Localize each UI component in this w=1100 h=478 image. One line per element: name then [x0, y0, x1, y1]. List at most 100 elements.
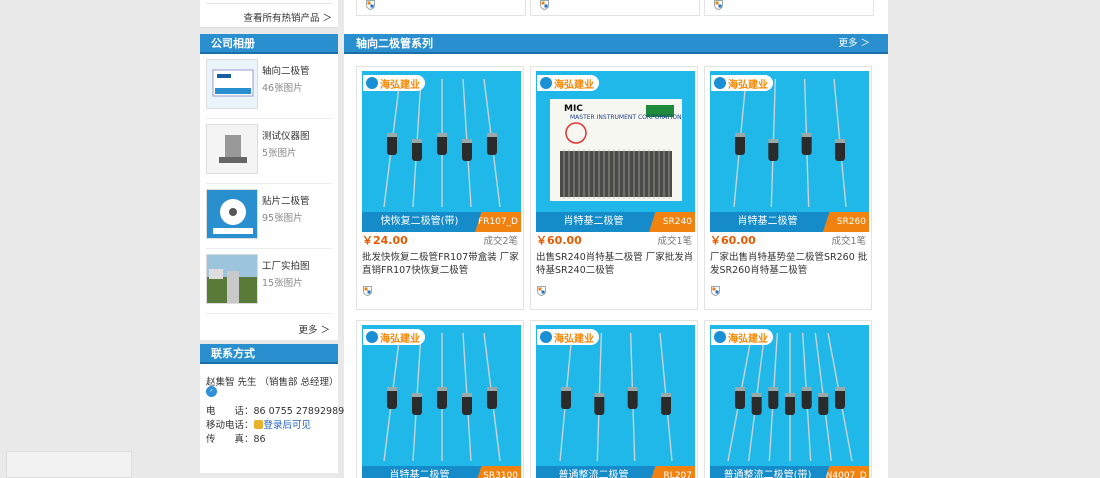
section-more-link[interactable]: 更多 ＞ — [838, 34, 870, 54]
main-content: 轴向二极管系列 更多 ＞ 海弘建业 快恢复二极管(带) FR107_D ￥24.00 成… — [344, 0, 888, 478]
brand-badge: 海弘建业 — [363, 75, 425, 91]
product-caption: 肖特基二极管 — [563, 216, 624, 227]
phone-row: 电 话：86 0755 27892989 — [206, 403, 344, 417]
shield-icon — [366, 0, 375, 10]
product-caption: 快恢复二极管(带) — [380, 216, 459, 227]
product-code: SR3100 — [475, 466, 521, 478]
product-card[interactable]: 海弘建业快恢复二极管(带) FR107_D ￥24.00 成交2笔批发快恢复二极管FR… — [356, 66, 524, 310]
svg-text:MIC: MIC — [564, 104, 583, 114]
product-title-link[interactable]: 出售SR240肖特基二极管 厂家批发肖特基SR240二极管 — [536, 251, 696, 277]
product-image[interactable]: 海弘建业肖特基二极管 SR260 — [710, 71, 869, 232]
album-panel: 公司相册 轴向二极管 46张图片 测试仪器图 5张图片 贴片二极管 95张图片 工厂实拍图 1… — [200, 34, 338, 340]
product-image[interactable]: 海弘建业普通整流二极管 RL207 — [536, 325, 695, 478]
phone-value: 86 0755 27892989 — [253, 406, 345, 417]
album-list: 轴向二极管 46张图片测试仪器图 5张图片贴片二极管 95张图片工厂实拍图 15张图片 — [200, 54, 338, 314]
left-sidebar: 查看所有热销产品 ＞ 公司相册 轴向二极管 46张图片 测试仪器图 5张图片 贴片二极管… — [200, 0, 344, 473]
hot-products-box: 查看所有热销产品 ＞ — [200, 0, 338, 28]
product-caption-bar: 普通整流二极管 RL207 — [536, 466, 695, 478]
shield-icon — [537, 286, 546, 296]
fax-row: 传 真：86 — [206, 431, 266, 445]
album-name[interactable]: 测试仪器图 — [262, 128, 310, 142]
product-image[interactable]: 海弘建业肖特基二极管 SR3100 — [362, 325, 521, 478]
product-image[interactable]: 海弘建业普通整流二极管(带) IN4007_D — [710, 325, 869, 478]
mobile-label: 移动电话： — [206, 420, 254, 431]
album-thumbnail[interactable] — [206, 189, 258, 239]
album-item[interactable]: 测试仪器图 5张图片 — [206, 119, 332, 184]
product-price: ￥60.00 — [536, 234, 582, 247]
album-thumbnail[interactable] — [206, 59, 258, 109]
album-name[interactable]: 工厂实拍图 — [262, 258, 310, 272]
product-code: IN4007_D — [823, 466, 869, 478]
product-caption-bar: 普通整流二极管(带) IN4007_D — [710, 466, 869, 478]
product-image[interactable]: MASTER INSTRUMENT CORPORATION MIC 海弘建业肖特基二… — [536, 71, 695, 232]
album-item[interactable]: 贴片二极管 95张图片 — [206, 184, 332, 249]
divider — [206, 3, 332, 4]
product-caption-bar: 肖特基二极管 SR260 — [710, 212, 869, 232]
shield-icon — [711, 286, 720, 296]
product-code: SR260 — [823, 212, 869, 232]
brand-badge-text: 海弘建业 — [728, 80, 768, 91]
product-caption: 肖特基二极管 — [389, 470, 450, 478]
contact-person: 赵集智 先生 （销售部 总经理） — [206, 377, 339, 388]
section-header: 轴向二极管系列 更多 ＞ — [344, 34, 888, 54]
product-code: SR240 — [649, 212, 695, 232]
brand-badge: 海弘建业 — [537, 329, 599, 345]
product-code: RL207 — [649, 466, 695, 478]
product-deals: 成交1笔 — [831, 236, 866, 247]
album-item[interactable]: 工厂实拍图 15张图片 — [206, 249, 332, 314]
album-thumbnail[interactable] — [206, 124, 258, 174]
album-more-link[interactable]: 更多 ＞ — [298, 322, 330, 336]
product-price: ￥60.00 — [710, 234, 756, 247]
card-stub — [530, 0, 700, 16]
brand-badge-text: 海弘建业 — [380, 80, 420, 91]
album-count: 15张图片 — [262, 278, 303, 289]
product-image[interactable]: 海弘建业快恢复二极管(带) FR107_D — [362, 71, 521, 232]
product-deals: 成交1笔 — [657, 236, 692, 247]
brand-badge: 海弘建业 — [711, 75, 773, 91]
phone-label: 电 话： — [206, 406, 254, 417]
product-card[interactable]: 海弘建业普通整流二极管(带) IN4007_D — [704, 320, 872, 478]
product-caption: 肖特基二极管 — [737, 216, 798, 227]
lock-icon — [253, 420, 263, 429]
brand-badge-text: 海弘建业 — [554, 80, 594, 91]
card-stub — [704, 0, 874, 16]
brand-badge: 海弘建业 — [711, 329, 773, 345]
product-caption: 普通整流二极管(带) — [723, 470, 812, 478]
album-item[interactable]: 轴向二极管 46张图片 — [206, 54, 332, 119]
brand-logo-icon — [366, 331, 378, 343]
product-card[interactable]: 海弘建业普通整流二极管 RL207 — [530, 320, 698, 478]
product-card[interactable]: 海弘建业肖特基二极管 SR260 ￥60.00 成交1笔厂家出售肖特基势垒二极管SR2… — [704, 66, 872, 310]
brand-badge-text: 海弘建业 — [380, 334, 420, 345]
previous-row-stub — [344, 0, 888, 28]
all-hot-products-link[interactable]: 查看所有热销产品 ＞ — [243, 10, 332, 24]
product-title-link[interactable]: 批发快恢复二极管FR107带盒装 厂家直销FR107快恢复二极管 — [362, 251, 522, 277]
album-thumbnail[interactable] — [206, 254, 258, 304]
brand-logo-icon — [540, 77, 552, 89]
verified-badge-icon: ✓ — [206, 386, 217, 397]
shield-icon — [363, 286, 372, 296]
album-more-row: 更多 ＞ — [200, 314, 338, 340]
album-count: 46张图片 — [262, 83, 303, 94]
brand-badge-text: 海弘建业 — [554, 334, 594, 345]
album-count: 95张图片 — [262, 213, 303, 224]
login-to-view-link[interactable]: 登录后可见 — [264, 420, 312, 431]
qr-code-preview — [6, 451, 132, 478]
album-name[interactable]: 贴片二极管 — [262, 193, 310, 207]
brand-badge: 海弘建业 — [363, 329, 425, 345]
shield-icon — [540, 0, 549, 10]
album-name[interactable]: 轴向二极管 — [262, 63, 310, 77]
product-caption-bar: 快恢复二极管(带) FR107_D — [362, 212, 521, 232]
brand-logo-icon — [714, 331, 726, 343]
brand-badge: 海弘建业 — [537, 75, 599, 91]
svg-text:MASTER INSTRUMENT CORPORATION: MASTER INSTRUMENT CORPORATION — [570, 114, 682, 121]
product-card[interactable]: 海弘建业肖特基二极管 SR3100 — [356, 320, 524, 478]
contact-panel: 联系方式 赵集智 先生 （销售部 总经理） ✓ 电 话：86 0755 2789… — [200, 344, 344, 473]
product-price: ￥24.00 — [362, 234, 408, 247]
brand-badge-text: 海弘建业 — [728, 334, 768, 345]
product-title-link[interactable]: 厂家出售肖特基势垒二极管SR260 批发SR260肖特基二极管 — [710, 251, 870, 277]
product-card[interactable]: MASTER INSTRUMENT CORPORATION MIC 海弘建业肖特基二… — [530, 66, 698, 310]
album-count: 5张图片 — [262, 148, 297, 159]
contact-body: 赵集智 先生 （销售部 总经理） ✓ 电 话：86 0755 27892989 … — [200, 369, 344, 473]
brand-logo-icon — [366, 77, 378, 89]
product-deals: 成交2笔 — [483, 236, 518, 247]
